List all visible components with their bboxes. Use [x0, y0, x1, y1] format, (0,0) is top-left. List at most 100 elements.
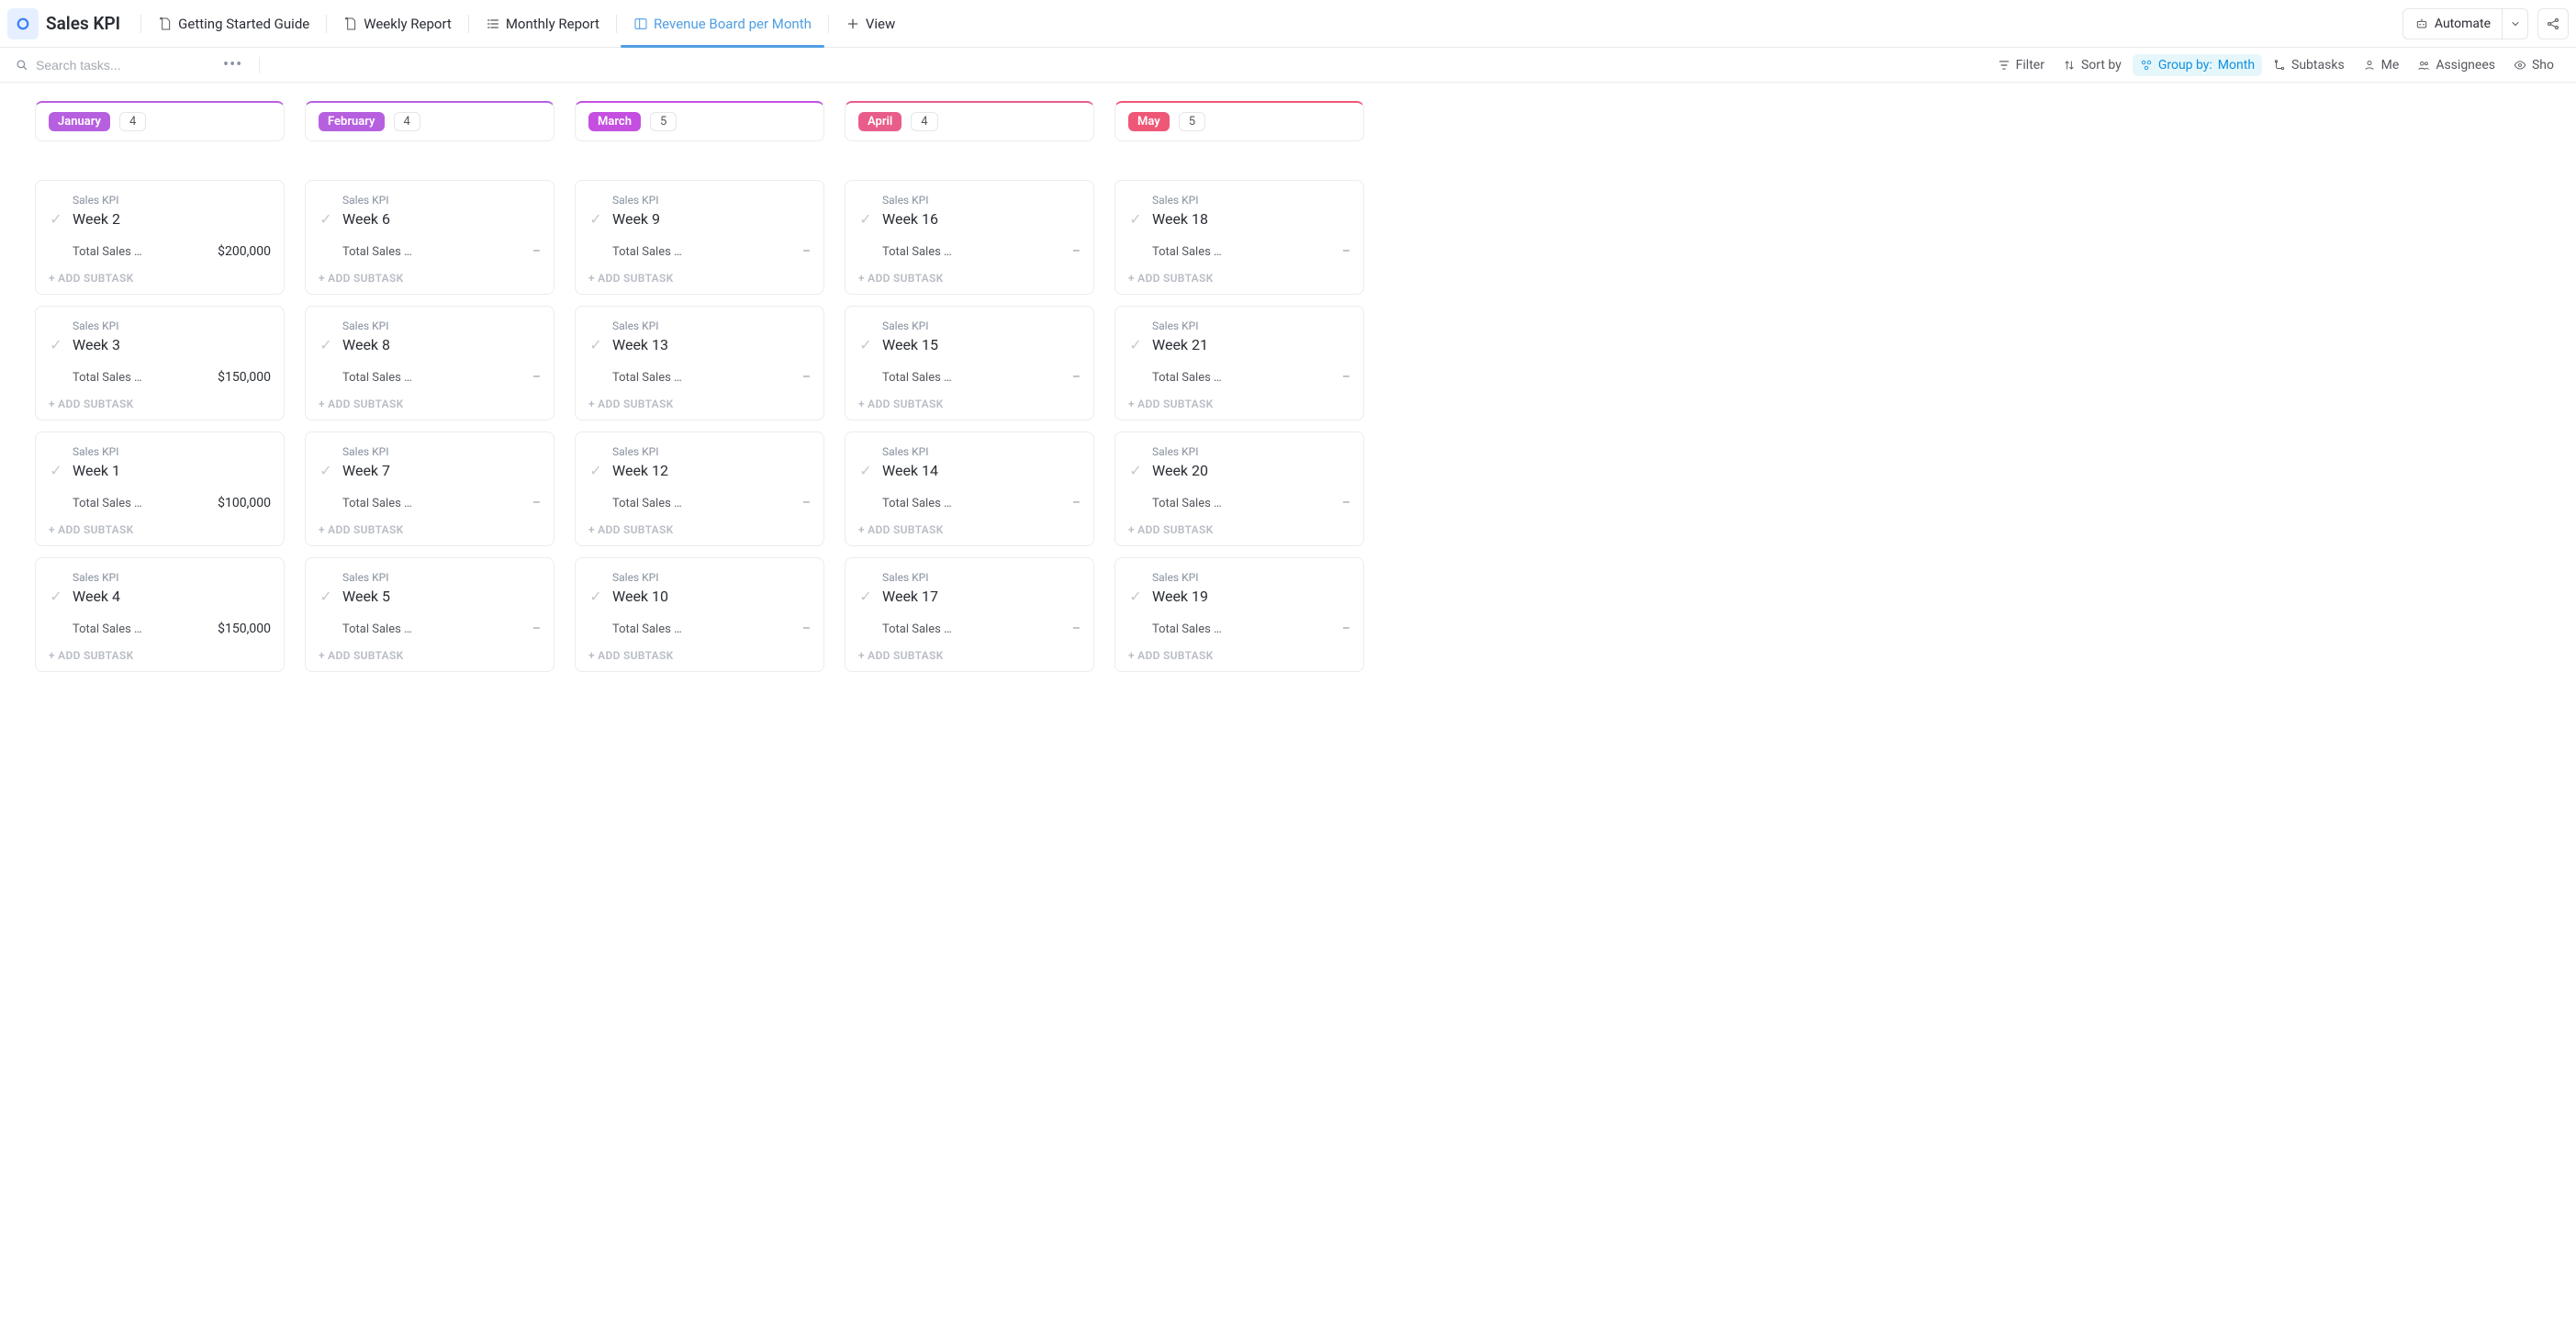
check-icon[interactable]: ✓ — [1128, 588, 1143, 605]
project-label: Sales KPI — [612, 445, 811, 458]
show-button[interactable]: Sho — [2506, 54, 2561, 76]
project-label: Sales KPI — [73, 571, 271, 584]
column-header[interactable]: April4 — [845, 101, 1094, 141]
add-subtask-button[interactable]: + ADD SUBTASK — [1128, 523, 1350, 536]
add-subtask-button[interactable]: + ADD SUBTASK — [858, 649, 1081, 662]
check-icon[interactable]: ✓ — [858, 210, 873, 228]
tab-add-view[interactable]: View — [833, 0, 908, 48]
tab-revenue-board[interactable]: Revenue Board per Month — [621, 0, 824, 48]
filter-button[interactable]: Filter — [1990, 54, 2052, 76]
check-icon[interactable]: ✓ — [49, 336, 63, 353]
add-subtask-button[interactable]: + ADD SUBTASK — [588, 272, 811, 285]
check-icon[interactable]: ✓ — [1128, 336, 1143, 353]
task-card[interactable]: Sales KPI✓Week 21Total Sales …–+ ADD SUB… — [1114, 306, 1364, 420]
title-row: ✓Week 20 — [1128, 462, 1350, 479]
metric-value: – — [532, 496, 541, 510]
title-row: ✓Week 9 — [588, 210, 811, 228]
task-card[interactable]: Sales KPI✓Week 9Total Sales …–+ ADD SUBT… — [575, 180, 824, 295]
check-icon[interactable]: ✓ — [588, 336, 603, 353]
task-card[interactable]: Sales KPI✓Week 16Total Sales …–+ ADD SUB… — [845, 180, 1094, 295]
subtasks-button[interactable]: Subtasks — [2266, 54, 2352, 76]
task-card[interactable]: Sales KPI✓Week 19Total Sales …–+ ADD SUB… — [1114, 557, 1364, 672]
check-icon[interactable]: ✓ — [319, 210, 333, 228]
tab-monthly-report[interactable]: Monthly Report — [473, 0, 612, 48]
add-subtask-button[interactable]: + ADD SUBTASK — [858, 523, 1081, 536]
workspace-icon[interactable] — [7, 8, 39, 39]
task-card[interactable]: Sales KPI✓Week 18Total Sales …–+ ADD SUB… — [1114, 180, 1364, 295]
add-subtask-button[interactable]: + ADD SUBTASK — [319, 398, 541, 410]
check-icon[interactable]: ✓ — [588, 462, 603, 479]
check-icon[interactable]: ✓ — [319, 588, 333, 605]
task-card[interactable]: Sales KPI✓Week 6Total Sales …–+ ADD SUBT… — [305, 180, 554, 295]
column-header[interactable]: March5 — [575, 101, 824, 141]
check-icon[interactable]: ✓ — [858, 588, 873, 605]
groupby-label: Group by: — [2158, 58, 2212, 73]
check-icon[interactable]: ✓ — [319, 336, 333, 353]
add-subtask-button[interactable]: + ADD SUBTASK — [858, 272, 1081, 285]
doc-arrow-icon — [158, 17, 173, 31]
assignees-button[interactable]: Assignees — [2410, 54, 2503, 76]
metric-label: Total Sales … — [612, 622, 682, 636]
add-subtask-button[interactable]: + ADD SUBTASK — [319, 649, 541, 662]
add-subtask-button[interactable]: + ADD SUBTASK — [49, 649, 271, 662]
task-card[interactable]: Sales KPI✓Week 3Total Sales …$150,000+ A… — [35, 306, 285, 420]
plus-icon — [846, 17, 860, 31]
more-options[interactable]: ••• — [223, 55, 242, 74]
column-header[interactable]: January4 — [35, 101, 285, 141]
check-icon[interactable]: ✓ — [1128, 210, 1143, 228]
top-bar: Sales KPI Getting Started Guide Weekly R… — [0, 0, 2576, 48]
check-icon[interactable]: ✓ — [858, 462, 873, 479]
add-subtask-button[interactable]: + ADD SUBTASK — [858, 398, 1081, 410]
task-card[interactable]: Sales KPI✓Week 17Total Sales …–+ ADD SUB… — [845, 557, 1094, 672]
add-subtask-button[interactable]: + ADD SUBTASK — [1128, 398, 1350, 410]
check-icon[interactable]: ✓ — [49, 588, 63, 605]
groupby-button[interactable]: Group by: Month — [2133, 54, 2262, 76]
task-card[interactable]: Sales KPI✓Week 20Total Sales …–+ ADD SUB… — [1114, 431, 1364, 546]
project-label: Sales KPI — [612, 571, 811, 584]
sort-button[interactable]: Sort by — [2055, 54, 2129, 76]
metric-row: Total Sales …– — [588, 244, 811, 259]
task-card[interactable]: Sales KPI✓Week 15Total Sales …–+ ADD SUB… — [845, 306, 1094, 420]
task-card[interactable]: Sales KPI✓Week 2Total Sales …$200,000+ A… — [35, 180, 285, 295]
column-header[interactable]: February4 — [305, 101, 554, 141]
automate-button[interactable]: Automate — [2403, 9, 2502, 39]
check-icon[interactable]: ✓ — [858, 336, 873, 353]
title-row: ✓Week 15 — [858, 336, 1081, 353]
metric-row: Total Sales …$200,000 — [49, 244, 271, 259]
task-card[interactable]: Sales KPI✓Week 7Total Sales …–+ ADD SUBT… — [305, 431, 554, 546]
add-subtask-button[interactable]: + ADD SUBTASK — [319, 523, 541, 536]
tab-getting-started[interactable]: Getting Started Guide — [145, 0, 322, 48]
title-row: ✓Week 18 — [1128, 210, 1350, 228]
add-subtask-button[interactable]: + ADD SUBTASK — [319, 272, 541, 285]
task-card[interactable]: Sales KPI✓Week 4Total Sales …$150,000+ A… — [35, 557, 285, 672]
add-subtask-button[interactable]: + ADD SUBTASK — [49, 523, 271, 536]
check-icon[interactable]: ✓ — [588, 210, 603, 228]
column-header[interactable]: May5 — [1114, 101, 1364, 141]
task-card[interactable]: Sales KPI✓Week 8Total Sales …–+ ADD SUBT… — [305, 306, 554, 420]
add-subtask-button[interactable]: + ADD SUBTASK — [588, 649, 811, 662]
automate-dropdown[interactable] — [2502, 9, 2527, 39]
task-card[interactable]: Sales KPI✓Week 13Total Sales …–+ ADD SUB… — [575, 306, 824, 420]
task-card[interactable]: Sales KPI✓Week 1Total Sales …$100,000+ A… — [35, 431, 285, 546]
check-icon[interactable]: ✓ — [1128, 462, 1143, 479]
add-subtask-button[interactable]: + ADD SUBTASK — [1128, 272, 1350, 285]
check-icon[interactable]: ✓ — [588, 588, 603, 605]
task-card[interactable]: Sales KPI✓Week 5Total Sales …–+ ADD SUBT… — [305, 557, 554, 672]
add-subtask-button[interactable]: + ADD SUBTASK — [49, 398, 271, 410]
add-subtask-button[interactable]: + ADD SUBTASK — [588, 398, 811, 410]
add-subtask-button[interactable]: + ADD SUBTASK — [49, 272, 271, 285]
me-button[interactable]: Me — [2356, 54, 2407, 76]
check-icon[interactable]: ✓ — [49, 210, 63, 228]
tab-weekly-report[interactable]: Weekly Report — [330, 0, 465, 48]
project-label: Sales KPI — [73, 319, 271, 332]
add-subtask-button[interactable]: + ADD SUBTASK — [1128, 649, 1350, 662]
search-input[interactable] — [36, 58, 192, 73]
metric-label: Total Sales … — [1152, 622, 1222, 636]
share-button[interactable] — [2537, 8, 2569, 39]
task-card[interactable]: Sales KPI✓Week 10Total Sales …–+ ADD SUB… — [575, 557, 824, 672]
add-subtask-button[interactable]: + ADD SUBTASK — [588, 523, 811, 536]
task-card[interactable]: Sales KPI✓Week 14Total Sales …–+ ADD SUB… — [845, 431, 1094, 546]
task-card[interactable]: Sales KPI✓Week 12Total Sales …–+ ADD SUB… — [575, 431, 824, 546]
check-icon[interactable]: ✓ — [49, 462, 63, 479]
check-icon[interactable]: ✓ — [319, 462, 333, 479]
